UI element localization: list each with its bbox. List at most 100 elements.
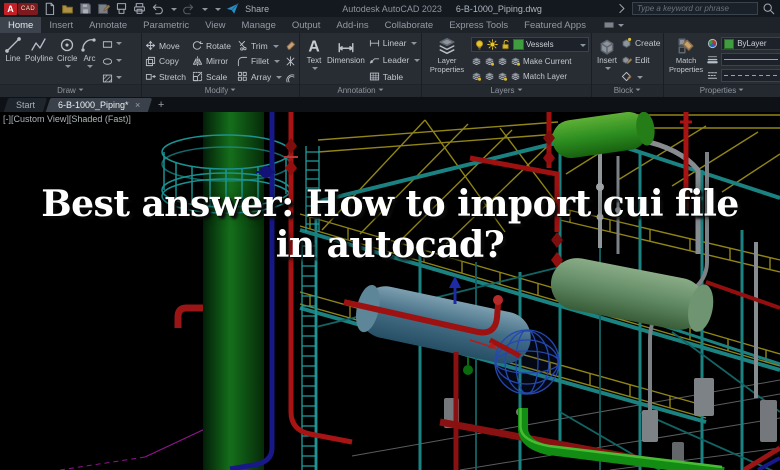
scale-button[interactable]: Scale <box>192 69 231 84</box>
ellipse-button[interactable] <box>102 54 122 65</box>
tab-manage[interactable]: Manage <box>234 17 284 33</box>
dimension-button[interactable]: Dimension <box>325 35 367 84</box>
undo-icon[interactable] <box>151 2 164 15</box>
make-current-row[interactable]: Make Current <box>471 56 589 67</box>
modify-panel-caret-icon <box>231 89 236 94</box>
tab-express-tools[interactable]: Express Tools <box>441 17 516 33</box>
fillet-button[interactable]: Fillet <box>237 54 282 69</box>
offset-button[interactable] <box>285 71 296 82</box>
create-label: Create <box>635 38 661 48</box>
layer-dropdown[interactable]: Vessels <box>471 37 589 52</box>
tab-start[interactable]: Start <box>4 98 48 112</box>
print-icon[interactable] <box>133 2 146 15</box>
drawing-3d-view[interactable] <box>0 112 780 470</box>
search-icon[interactable] <box>762 2 775 15</box>
trim-button[interactable]: Trim <box>237 38 282 53</box>
mirror-label: Mirror <box>206 56 228 66</box>
linetype-dropdown[interactable]: ByLayer <box>721 69 780 82</box>
text-label: Text <box>307 56 322 65</box>
open-icon[interactable] <box>61 2 74 15</box>
insert-block-icon <box>598 37 616 55</box>
stretch-button[interactable]: Stretch <box>145 69 186 84</box>
array-label: Array <box>251 72 271 82</box>
circle-label: Circle <box>57 54 77 63</box>
modify-panel-footer[interactable]: Modify <box>142 84 299 97</box>
tab-featured-apps[interactable]: Featured Apps <box>516 17 594 33</box>
tab-document[interactable]: 6-B-1000_Piping* × <box>46 98 152 112</box>
linear-button[interactable]: Linear <box>369 37 420 48</box>
draw-panel-caret-icon <box>78 89 83 94</box>
tab-view[interactable]: View <box>197 17 233 33</box>
layer-properties-icon <box>438 37 456 55</box>
copy-button[interactable]: Copy <box>145 54 186 69</box>
move-button[interactable]: Move <box>145 38 186 53</box>
create-block-button[interactable]: Create <box>621 37 661 48</box>
share-icon[interactable] <box>226 2 239 15</box>
block-attributes-icon <box>621 71 632 82</box>
edit-block-button[interactable]: Edit <box>621 54 661 65</box>
leader-button[interactable]: Leader <box>369 54 420 65</box>
layers-panel-footer[interactable]: Layers <box>422 84 591 97</box>
copy-icon <box>145 56 156 67</box>
undo-caret-icon[interactable] <box>171 8 177 14</box>
search-input[interactable] <box>632 2 758 15</box>
hatch-button[interactable] <box>102 71 122 82</box>
arc-button[interactable]: Arc <box>79 35 99 84</box>
plot-icon[interactable] <box>115 2 128 15</box>
svg-text:A: A <box>308 39 319 55</box>
rotate-button[interactable]: Rotate <box>192 38 231 53</box>
move-label: Move <box>159 41 180 51</box>
layers-panel-label: Layers <box>490 86 514 95</box>
redo-caret-icon[interactable] <box>202 8 208 14</box>
text-button[interactable]: A Text <box>303 35 325 84</box>
tab-output[interactable]: Output <box>284 17 329 33</box>
erase-button[interactable] <box>285 37 296 48</box>
tab-annotate[interactable]: Annotate <box>81 17 135 33</box>
array-button[interactable]: Array <box>237 69 282 84</box>
fillet-label: Fillet <box>251 56 269 66</box>
layer-properties-button[interactable]: Layer Properties <box>425 35 469 84</box>
tab-add-ins[interactable]: Add-ins <box>328 17 376 33</box>
save-icon[interactable] <box>79 2 92 15</box>
save-as-icon[interactable] <box>97 2 110 15</box>
annotation-panel-footer[interactable]: Annotation <box>300 84 421 97</box>
share-label[interactable]: Share <box>245 4 269 14</box>
insert-button[interactable]: Insert <box>595 35 619 84</box>
tab-collaborate[interactable]: Collaborate <box>377 17 442 33</box>
close-tab-icon[interactable]: × <box>135 100 140 110</box>
tab-parametric[interactable]: Parametric <box>135 17 197 33</box>
new-drawing-tab-button[interactable]: + <box>158 99 164 111</box>
properties-panel-footer[interactable]: Properties <box>664 84 780 97</box>
rectangle-button[interactable] <box>102 37 122 48</box>
mirror-button[interactable]: Mirror <box>192 54 231 69</box>
object-color-dropdown[interactable]: ByLayer <box>721 37 780 50</box>
tab-home[interactable]: Home <box>0 17 41 33</box>
draw-panel-footer[interactable]: Draw <box>0 84 141 97</box>
redo-icon[interactable] <box>182 2 195 15</box>
lineweight-dropdown[interactable]: ByLayer <box>721 53 780 66</box>
line-button[interactable]: Line <box>3 35 23 84</box>
app-logo[interactable]: A CAD <box>4 3 38 15</box>
match-layer-row[interactable]: Match Layer <box>471 71 589 82</box>
qat-customize-icon[interactable] <box>215 8 221 14</box>
match-properties-button[interactable]: Match Properties <box>667 35 705 84</box>
object-color-row[interactable]: ByLayer <box>707 37 780 50</box>
ribbon-options[interactable] <box>594 17 632 33</box>
lineweight-row[interactable]: ByLayer <box>707 53 780 66</box>
autocad-window: A CAD Share Autodesk AutoCAD 2023 6-B-10… <box>0 0 780 470</box>
block-attributes-button[interactable] <box>621 71 661 82</box>
new-file-icon[interactable] <box>43 2 56 15</box>
app-title: Autodesk AutoCAD 2023 <box>342 4 442 14</box>
viewport-controls[interactable]: [-][Custom View][Shaded (Fast)] <box>3 114 131 124</box>
explode-button[interactable] <box>285 54 296 65</box>
tab-insert[interactable]: Insert <box>41 17 81 33</box>
table-button[interactable]: Table <box>369 71 420 82</box>
text-caret-icon <box>312 67 318 73</box>
circle-button[interactable]: Circle <box>55 35 79 84</box>
search-expand-icon[interactable] <box>615 2 628 15</box>
polyline-button[interactable]: Polyline <box>23 35 55 84</box>
insert-caret-icon <box>605 67 611 73</box>
linetype-row[interactable]: ByLayer <box>707 69 780 82</box>
polyline-label: Polyline <box>25 54 53 63</box>
block-panel-footer[interactable]: Block <box>592 84 663 97</box>
